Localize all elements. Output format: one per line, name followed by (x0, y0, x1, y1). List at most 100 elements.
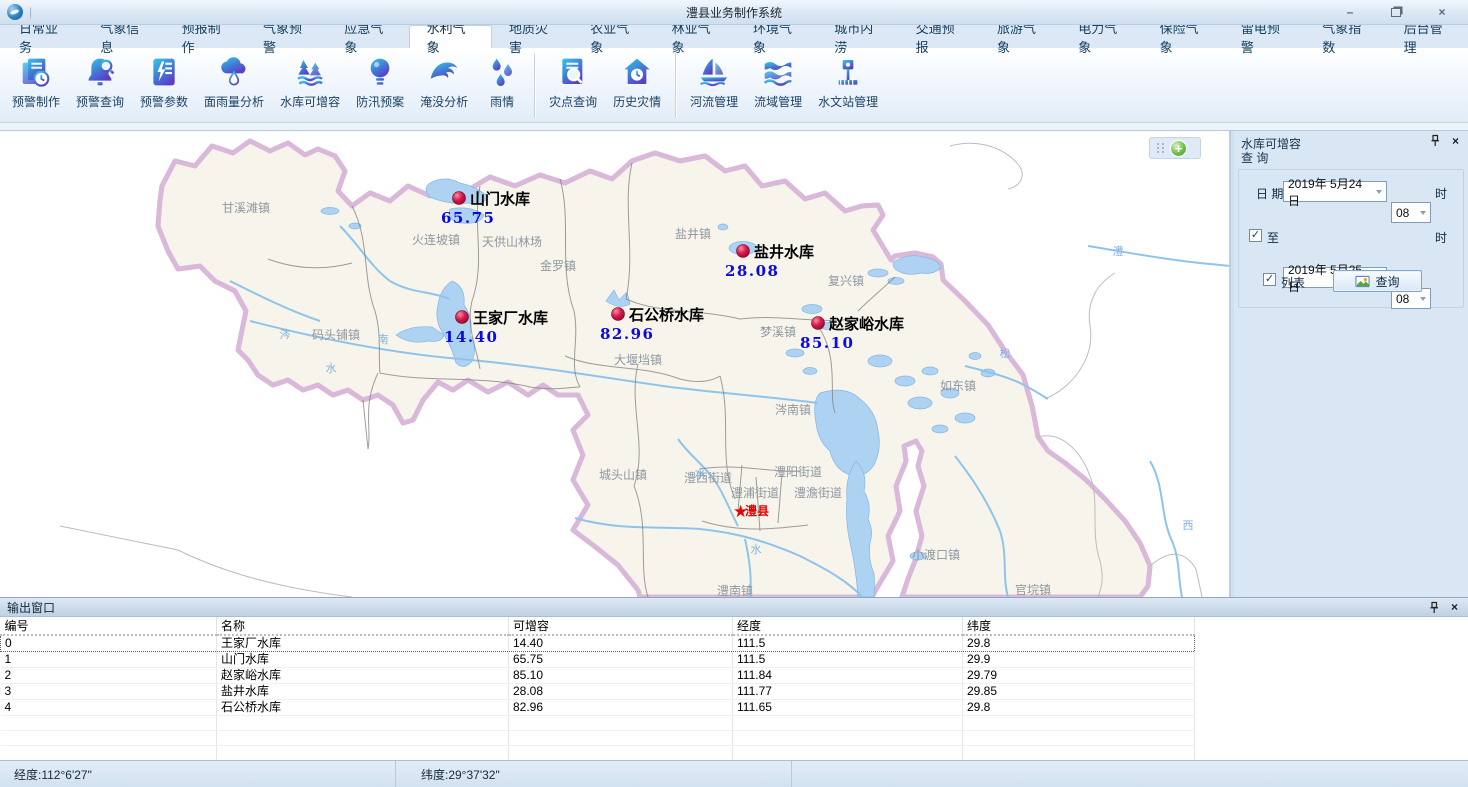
empty-row (1, 716, 1468, 731)
reservoir-value: 28.08 (725, 262, 779, 280)
column-header-纬度[interactable]: 纬度 (963, 617, 1195, 635)
column-header-名称[interactable]: 名称 (217, 617, 509, 635)
menu-tab-交通预报[interactable]: 交通预报 (899, 25, 980, 48)
town-label-盐井镇: 盐井镇 (675, 227, 711, 241)
table-row[interactable]: 1山门水库65.75111.529.9 (1, 652, 1468, 668)
menu-tab-预报制作[interactable]: 预报制作 (165, 25, 246, 48)
menu-tab-农业气象[interactable]: 农业气象 (573, 25, 654, 48)
menu-tab-气象预警[interactable]: 气象预警 (246, 25, 327, 48)
reservoir-name: 山门水库 (470, 190, 530, 208)
toolbar-button-河流管理[interactable]: 河流管理 (683, 51, 745, 120)
list-label: 列表 (1281, 274, 1305, 291)
toolbar-button-label: 水文站管理 (818, 93, 878, 110)
status-longitude: 经度:112°6'27" (0, 761, 396, 787)
table-row[interactable]: 0王家厂水库14.40111.529.8 (1, 635, 1468, 652)
river-label: 涔 (280, 327, 291, 341)
toolbar-button-水文站管理[interactable]: 水文站管理 (811, 51, 885, 120)
table-header-row: 编号名称可增容经度纬度 (1, 617, 1468, 635)
town-label-火连坡镇: 火连坡镇 (412, 232, 460, 247)
table-cell: 111.5 (733, 635, 963, 652)
pin-icon[interactable] (1428, 134, 1441, 147)
toolbar-button-预警查询[interactable]: 预警查询 (69, 51, 131, 120)
menu-tab-气象信息[interactable]: 气象信息 (83, 25, 164, 48)
table-cell: 盐井水库 (217, 684, 509, 700)
reservoir-name: 盐井水库 (754, 243, 814, 261)
toolbar-button-预警制作[interactable]: 预警制作 (5, 51, 67, 120)
toolbar-button-雨情[interactable]: 雨情 (477, 51, 527, 120)
toolbar-button-防汛预案[interactable]: 防汛预案 (349, 51, 411, 120)
county-map[interactable]: 甘溪滩镇火连坡镇天供山林场金罗镇盐井镇复兴镇码头铺镇梦溪镇大堰垱镇涔南镇如东镇城… (0, 131, 1230, 597)
menu-tab-环境气象[interactable]: 环境气象 (736, 25, 817, 48)
toolbar-button-水库可增容[interactable]: 水库可增容 (273, 51, 347, 120)
reservoir-name: 王家厂水库 (473, 309, 548, 327)
county-shape (158, 141, 1150, 597)
column-header-可增容[interactable]: 可增容 (509, 617, 733, 635)
toolbar-button-面雨量分析[interactable]: 面雨量分析 (197, 51, 271, 120)
toolbar-button-预警参数[interactable]: 预警参数 (133, 51, 195, 120)
river-label: 水 (695, 467, 706, 480)
table-cell: 29.9 (963, 652, 1195, 668)
to-label: 至 (1267, 229, 1279, 246)
column-header-经度[interactable]: 经度 (733, 617, 963, 635)
reservoir-name: 赵家峪水库 (828, 315, 904, 333)
table-row[interactable]: 3盐井水库28.08111.7729.85 (1, 684, 1468, 700)
menu-tab-地质灾害[interactable]: 地质灾害 (492, 25, 573, 48)
town-label-澧西街道: 澧西街道 (684, 471, 732, 485)
menu-tab-城市内涝[interactable]: 城市内涝 (817, 25, 898, 48)
menu-tab-水利气象[interactable]: 水利气象 (409, 25, 492, 48)
close-panel-icon[interactable]: × (1448, 601, 1461, 614)
toolbar-button-label: 预警参数 (140, 93, 188, 110)
zoom-in-button[interactable]: + (1170, 140, 1187, 157)
to-checkbox[interactable]: ✓ (1249, 229, 1262, 242)
reservoir-value: 82.96 (600, 325, 654, 343)
toolbar-gap (0, 123, 1468, 131)
table-cell: 赵家峪水库 (217, 668, 509, 684)
from-date-select[interactable]: 2019年 5月24日 (1283, 181, 1387, 202)
table-row[interactable]: 4石公桥水库82.96111.6529.8 (1, 700, 1468, 716)
menu-tab-旅游气象[interactable]: 旅游气象 (980, 25, 1061, 48)
status-latitude: 纬度:29°37'32" (396, 761, 792, 787)
menu-tab-后台管理[interactable]: 后台管理 (1387, 25, 1468, 48)
toolbar-button-淹没分析[interactable]: 淹没分析 (413, 51, 475, 120)
query-button-label: 查询 (1375, 273, 1399, 290)
toolbar-button-label: 河流管理 (690, 93, 738, 110)
from-hour-select[interactable]: 08 (1391, 202, 1431, 223)
toolbar-button-label: 预警查询 (76, 93, 124, 110)
table-cell: 29.8 (963, 635, 1195, 652)
toolbar-button-label: 灾点查询 (549, 93, 597, 110)
town-label-涔南镇: 涔南镇 (775, 402, 811, 417)
toolbar-button-label: 流域管理 (754, 93, 802, 110)
drag-handle[interactable] (1157, 143, 1165, 153)
toolbar-separator (534, 53, 535, 118)
menu-tab-保险气象[interactable]: 保险气象 (1143, 25, 1224, 48)
toolbar-button-label: 预警制作 (12, 93, 60, 110)
toolbar-button-历史灾情[interactable]: 历史灾情 (606, 51, 668, 120)
column-header-编号[interactable]: 编号 (1, 617, 217, 635)
menu-tab-气象指数[interactable]: 气象指数 (1305, 25, 1386, 48)
table-row[interactable]: 2赵家峪水库85.10111.8429.79 (1, 668, 1468, 684)
toolbar-button-label: 防汛预案 (356, 93, 404, 110)
map-view[interactable]: 甘溪滩镇火连坡镇天供山林场金罗镇盐井镇复兴镇码头铺镇梦溪镇大堰垱镇涔南镇如东镇城… (0, 131, 1230, 597)
list-checkbox[interactable]: ✓ (1263, 273, 1276, 286)
pin-icon[interactable] (1427, 601, 1440, 614)
from-date-value: 2019年 5月24日 (1288, 175, 1371, 209)
toolbar-button-灾点查询[interactable]: 灾点查询 (542, 51, 604, 120)
menu-tab-雷电预警[interactable]: 雷电预警 (1224, 25, 1305, 48)
town-label-如东镇: 如东镇 (940, 378, 976, 393)
menu-tab-应急气象[interactable]: 应急气象 (327, 25, 408, 48)
query-button[interactable]: 查询 (1333, 270, 1422, 292)
title-bar: | 澧县业务制作系统 – × (0, 0, 1468, 25)
close-panel-icon[interactable]: × (1449, 134, 1462, 147)
chevron-down-icon (1415, 203, 1430, 222)
doc-search-icon (555, 54, 591, 90)
toolbar-button-流域管理[interactable]: 流域管理 (747, 51, 809, 120)
menu-tab-电力气象[interactable]: 电力气象 (1061, 25, 1142, 48)
ribbon-toolbar: 预警制作预警查询预警参数面雨量分析水库可增容防汛预案淹没分析雨情灾点查询历史灾情… (0, 48, 1468, 123)
toolbar-separator (675, 53, 676, 118)
result-table: 编号名称可增容经度纬度 0王家厂水库14.40111.529.81山门水库65.… (0, 617, 1468, 761)
map-tool-popup: + (1149, 137, 1201, 159)
from-hour-value: 08 (1396, 206, 1409, 220)
menu-tab-日常业务[interactable]: 日常业务 (2, 25, 83, 48)
menu-tab-林业气象[interactable]: 林业气象 (655, 25, 736, 48)
river-label: 澧 (1113, 244, 1124, 258)
